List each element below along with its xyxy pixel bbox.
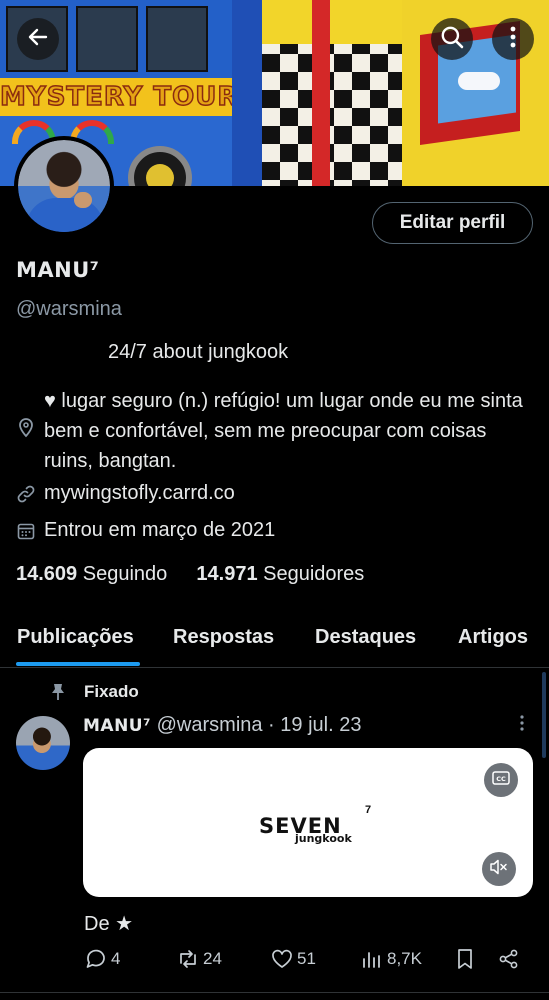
- mute-button[interactable]: [482, 852, 516, 886]
- profile-handle: @warsmina: [16, 298, 122, 320]
- like-count: 51: [297, 949, 316, 968]
- media-title-sup: 7: [365, 804, 372, 816]
- profile-name: MANU⁷: [16, 258, 100, 282]
- like-button[interactable]: 51: [270, 948, 316, 970]
- more-vertical-icon: [520, 714, 524, 737]
- tweet-actions: 4 24 51 8,7K: [84, 948, 524, 976]
- banner-checker-wall: [262, 0, 402, 186]
- views-count: 8,7K: [387, 949, 422, 968]
- retweet-icon: [176, 948, 203, 970]
- following-label: Seguindo: [82, 563, 168, 585]
- joined-date: Entrou em março de 2021: [44, 519, 276, 541]
- banner-text: MYSTERY TOUR: [0, 81, 239, 113]
- edit-profile-button[interactable]: Editar perfil: [372, 202, 533, 244]
- reply-button[interactable]: 4: [84, 948, 120, 970]
- calendar-icon: [16, 521, 36, 541]
- tweet-media-video[interactable]: SEVEN 7 jungkook CC: [83, 748, 533, 897]
- joined-row: Entrou em março de 2021: [16, 519, 275, 542]
- tweet-header: MANU⁷ @warsmina · 19 jul. 23: [83, 714, 361, 737]
- captions-icon: CC: [492, 770, 510, 790]
- tweet-author-handle-date: @warsmina · 19 jul. 23: [156, 714, 362, 736]
- followers-count: 14.971: [196, 563, 258, 585]
- media-subtitle: jungkook: [295, 832, 352, 845]
- followers-link[interactable]: 14.971 Seguidores: [196, 563, 364, 585]
- bio-line-1: 24/7 about jungkook: [108, 341, 289, 363]
- svg-text:CC: CC: [496, 775, 506, 783]
- share-button[interactable]: [498, 948, 523, 970]
- share-icon: [498, 948, 523, 970]
- captions-button[interactable]: CC: [484, 763, 518, 797]
- views-button[interactable]: 8,7K: [360, 948, 422, 970]
- profile-tabs: Publicações Respostas Destaques Artigos: [0, 610, 549, 668]
- follow-stats: 14.609 Seguindo 14.971 Seguidores: [16, 563, 364, 586]
- search-icon: [439, 24, 465, 55]
- tweet-text: De ★: [84, 913, 134, 935]
- volume-muted-icon: [490, 859, 508, 880]
- followers-label: Seguidores: [263, 563, 365, 585]
- bookmark-button[interactable]: [454, 948, 479, 970]
- pinned-label: Fixado: [84, 682, 139, 701]
- analytics-icon: [360, 948, 387, 970]
- tab-publicacoes[interactable]: Publicações: [17, 626, 134, 649]
- profile-avatar[interactable]: [14, 136, 114, 236]
- tab-artigos[interactable]: Artigos: [458, 626, 528, 649]
- more-vertical-icon: [510, 25, 516, 54]
- reply-count: 4: [111, 949, 121, 968]
- back-button[interactable]: [17, 18, 59, 60]
- following-link[interactable]: 14.609 Seguindo: [16, 563, 167, 585]
- tweet-author-name[interactable]: MANU⁷: [83, 716, 151, 736]
- tweet-avatar[interactable]: [16, 716, 70, 770]
- bio-line-2: ♥ lugar seguro (n.) refúgio! um lugar on…: [44, 390, 523, 472]
- profile-link[interactable]: mywingstofly.carrd.co: [44, 482, 235, 505]
- tab-respostas[interactable]: Respostas: [173, 626, 274, 649]
- pin-icon: [50, 683, 66, 701]
- link-icon: [16, 484, 36, 504]
- location-icon: [16, 416, 36, 443]
- tab-destaques[interactable]: Destaques: [315, 626, 416, 649]
- following-count: 14.609: [16, 563, 78, 585]
- search-button[interactable]: [431, 18, 473, 60]
- retweet-count: 24: [203, 949, 222, 968]
- reply-icon: [84, 948, 111, 970]
- bookmark-icon: [454, 948, 479, 970]
- retweet-button[interactable]: 24: [176, 948, 222, 970]
- feed-divider: [0, 992, 549, 993]
- tweet-more-button[interactable]: [514, 714, 530, 736]
- more-button[interactable]: [492, 18, 534, 60]
- scrollbar[interactable]: [542, 672, 546, 758]
- pinned-label-row: Fixado: [50, 682, 139, 702]
- profile-link-row: mywingstofly.carrd.co: [16, 482, 235, 505]
- arrow-left-icon: [26, 25, 50, 54]
- heart-icon: [270, 948, 297, 970]
- active-tab-indicator: [16, 662, 140, 666]
